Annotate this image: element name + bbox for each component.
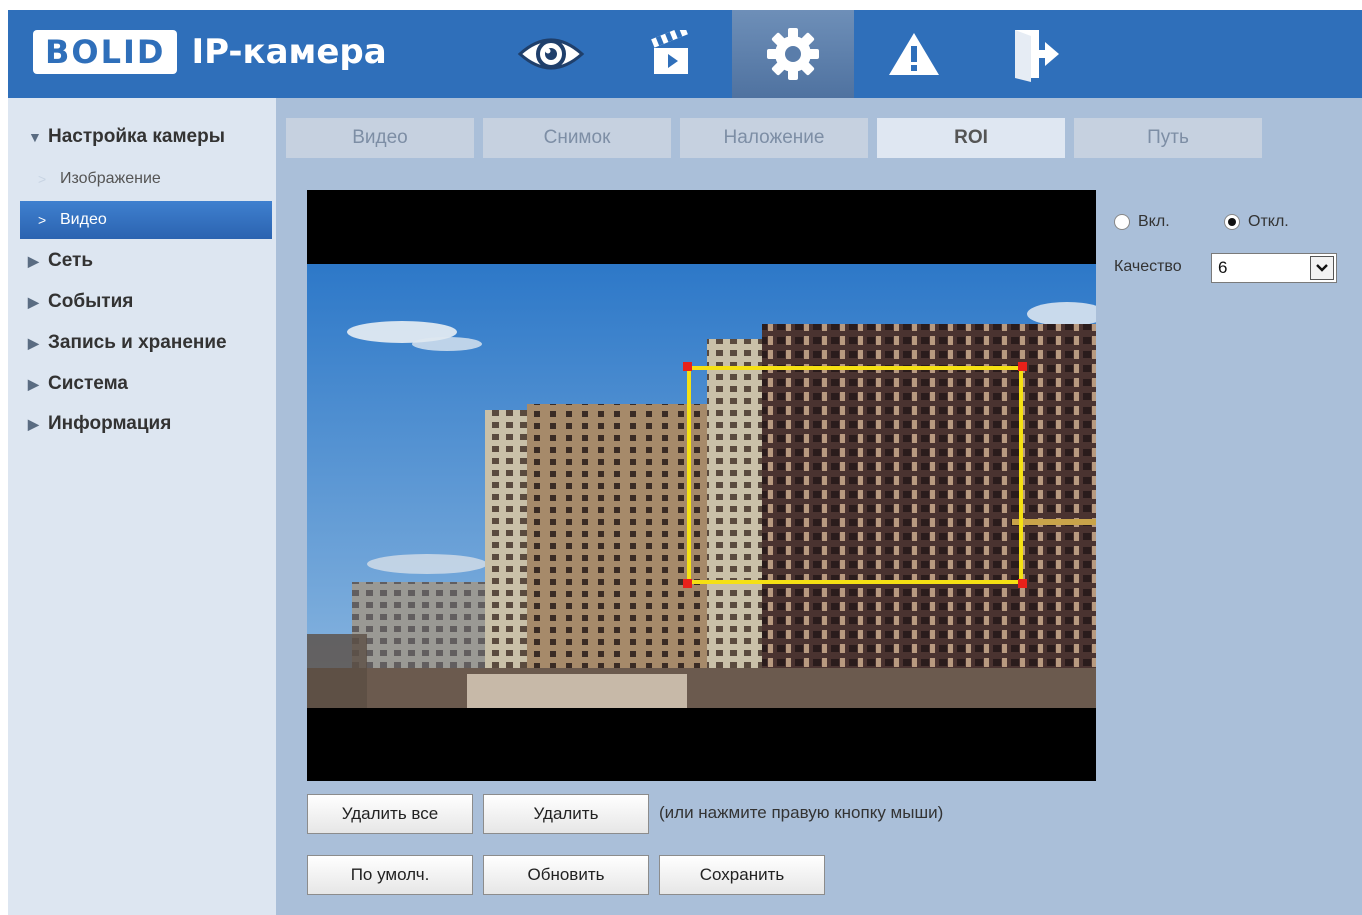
quality-label: Качество bbox=[1114, 258, 1182, 275]
warning-icon bbox=[889, 33, 939, 75]
sidebar-item-label: Система bbox=[48, 373, 128, 394]
delete-hint: (или нажмите правую кнопку мыши) bbox=[659, 803, 944, 822]
tab-video[interactable]: Видео bbox=[286, 118, 474, 158]
app-frame: BOLID IP-камера ▼ Настройка камеры > Изо… bbox=[8, 10, 1362, 915]
app-title: IP-камера bbox=[191, 32, 387, 72]
roi-handle-bottom-right[interactable] bbox=[1018, 579, 1027, 588]
top-bar: BOLID IP-камера bbox=[8, 10, 1362, 98]
logo-text: BOLID bbox=[45, 33, 166, 71]
delete-button[interactable]: Удалить bbox=[483, 794, 649, 834]
sidebar-item-label: Настройка камеры bbox=[48, 126, 225, 147]
logo-mark: BOLID bbox=[33, 30, 178, 74]
sidebar-item-label: Сеть bbox=[48, 250, 94, 271]
chevron-down-icon bbox=[1310, 256, 1334, 280]
radio-unchecked bbox=[1114, 214, 1130, 230]
delete-all-button[interactable]: Удалить все bbox=[307, 794, 473, 834]
sidebar-item-info[interactable]: ▶ Информация bbox=[8, 405, 276, 443]
tab-snapshot[interactable]: Снимок bbox=[483, 118, 671, 158]
roi-enable-label: Вкл. bbox=[1138, 213, 1170, 230]
roi-handle-bottom-left[interactable] bbox=[683, 579, 692, 588]
sidebar-item-label: Информация bbox=[48, 413, 172, 434]
nav-playback[interactable] bbox=[611, 10, 733, 98]
logout-icon bbox=[1015, 30, 1059, 82]
logo: BOLID IP-камера bbox=[33, 28, 387, 76]
chevron-right-icon: > bbox=[38, 171, 47, 187]
sidebar-item-image[interactable]: > Изображение bbox=[20, 160, 272, 198]
chevron-right-icon: > bbox=[38, 212, 47, 228]
roi-disable-label: Откл. bbox=[1248, 213, 1289, 230]
caret-right-icon: ▶ bbox=[28, 415, 39, 432]
sidebar-item-video[interactable]: > Видео bbox=[20, 201, 272, 239]
tab-roi[interactable]: ROI bbox=[877, 118, 1065, 158]
sidebar-item-events[interactable]: ▶ События bbox=[8, 283, 276, 321]
refresh-button[interactable]: Обновить bbox=[483, 855, 649, 895]
sidebar-item-storage[interactable]: ▶ Запись и хранение bbox=[8, 324, 276, 362]
caret-right-icon: ▶ bbox=[28, 293, 39, 310]
nav-settings[interactable] bbox=[732, 10, 854, 98]
sidebar-item-system[interactable]: ▶ Система bbox=[8, 365, 276, 403]
sidebar-item-label: Изображение bbox=[60, 170, 161, 187]
gear-icon bbox=[767, 28, 819, 80]
nav-live-view[interactable] bbox=[490, 10, 612, 98]
sidebar-item-label: Видео bbox=[60, 211, 107, 228]
quality-select[interactable]: 6 bbox=[1211, 253, 1337, 283]
caret-right-icon: ▶ bbox=[28, 375, 39, 392]
sidebar-item-camera-settings[interactable]: ▼ Настройка камеры bbox=[8, 118, 276, 156]
tab-overlay[interactable]: Наложение bbox=[680, 118, 868, 158]
caret-right-icon: ▶ bbox=[28, 252, 39, 269]
nav-logout[interactable] bbox=[974, 10, 1096, 98]
tab-bar: Видео Снимок Наложение ROI Путь bbox=[276, 118, 1362, 158]
roi-enable-radio[interactable]: Вкл. bbox=[1114, 210, 1170, 234]
clapperboard-icon bbox=[651, 30, 688, 74]
tab-path[interactable]: Путь bbox=[1074, 118, 1262, 158]
default-button[interactable]: По умолч. bbox=[307, 855, 473, 895]
caret-down-icon: ▼ bbox=[28, 129, 42, 145]
roi-region[interactable] bbox=[687, 366, 1023, 584]
nav-alarm[interactable] bbox=[853, 10, 975, 98]
caret-right-icon: ▶ bbox=[28, 334, 39, 351]
quality-value: 6 bbox=[1218, 258, 1228, 277]
roi-handle-top-right[interactable] bbox=[1018, 362, 1027, 371]
roi-settings-panel: Вкл. Откл. Качество 6 Удалить все Удалит… bbox=[276, 158, 1362, 915]
eye-icon bbox=[517, 38, 585, 70]
sidebar-item-label: События bbox=[48, 291, 134, 312]
save-button[interactable]: Сохранить bbox=[659, 855, 825, 895]
sidebar-item-network[interactable]: ▶ Сеть bbox=[8, 242, 276, 280]
sidebar: ▼ Настройка камеры > Изображение > Видео… bbox=[8, 98, 276, 915]
roi-disable-radio[interactable]: Откл. bbox=[1224, 210, 1289, 234]
radio-checked bbox=[1224, 214, 1240, 230]
sidebar-item-label: Запись и хранение bbox=[48, 332, 227, 353]
roi-handle-top-left[interactable] bbox=[683, 362, 692, 371]
video-preview[interactable] bbox=[307, 190, 1096, 781]
